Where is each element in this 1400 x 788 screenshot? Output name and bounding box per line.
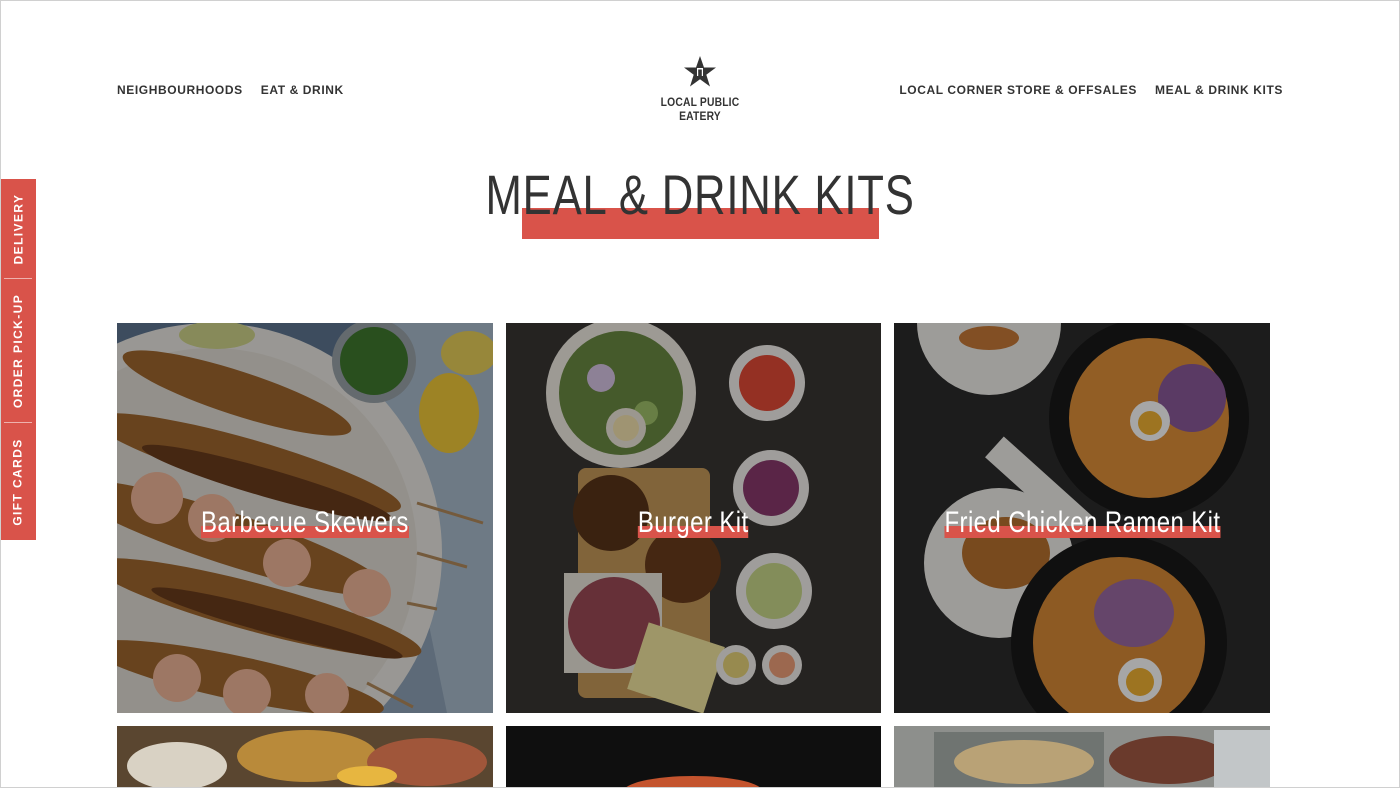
kit-card-label: Burger Kit	[506, 506, 881, 540]
nav-link-neighbourhoods[interactable]: NEIGHBOURHOODS	[117, 83, 243, 97]
side-tab-bar: DELIVERY ORDER PICK-UP GIFT CARDS	[0, 179, 36, 540]
kit-card-title: Fried Chicken Ramen Kit	[944, 506, 1220, 540]
logo-text: LOCAL PUBLIC EATERY	[660, 95, 740, 123]
side-tab-gift-cards-label: GIFT CARDS	[11, 437, 25, 526]
kit-card-row2-3[interactable]	[894, 726, 1270, 788]
primary-nav-right: LOCAL CORNER STORE & OFFSALES MEAL & DRI…	[899, 83, 1283, 97]
nav-link-eat-drink[interactable]: EAT & DRINK	[261, 83, 344, 97]
kit-image-row2-1	[117, 726, 493, 788]
nav-link-meal-drink-kits[interactable]: MEAL & DRINK KITS	[1155, 83, 1283, 97]
kit-card-title-text: Barbecue Skewers	[201, 506, 409, 539]
side-tab-order-pickup[interactable]: ORDER PICK-UP	[0, 279, 36, 422]
primary-nav-left: NEIGHBOURHOODS EAT & DRINK	[117, 83, 344, 97]
kit-image-row2-3	[894, 726, 1270, 788]
kit-card-title: Burger Kit	[638, 506, 749, 540]
site-logo[interactable]: LOCAL PUBLIC EATERY	[638, 55, 762, 123]
kit-card-burger-kit[interactable]: Burger Kit	[506, 323, 881, 713]
kit-card-fried-chicken-ramen-kit[interactable]: Fried Chicken Ramen Kit	[894, 323, 1270, 713]
kit-card-title-text: Fried Chicken Ramen Kit	[944, 506, 1220, 539]
kit-card-row2-2[interactable]	[506, 726, 881, 788]
side-tab-gift-cards[interactable]: GIFT CARDS	[0, 423, 36, 540]
kit-card-barbecue-skewers[interactable]: Barbecue Skewers	[117, 323, 493, 713]
kit-card-title-text: Burger Kit	[638, 506, 749, 539]
side-tab-order-pickup-label: ORDER PICK-UP	[11, 293, 25, 408]
kit-image-row2-2	[506, 726, 881, 788]
kit-card-label: Fried Chicken Ramen Kit	[894, 506, 1270, 540]
kit-card-label: Barbecue Skewers	[117, 506, 493, 540]
title-wrapper: MEAL & DRINK KITS	[0, 163, 1400, 227]
nav-link-corner-store[interactable]: LOCAL CORNER STORE & OFFSALES	[899, 83, 1137, 97]
kit-card-title: Barbecue Skewers	[201, 506, 409, 540]
page-title: MEAL & DRINK KITS	[485, 163, 915, 226]
star-icon	[684, 56, 716, 87]
kit-card-row2-1[interactable]	[117, 726, 493, 788]
